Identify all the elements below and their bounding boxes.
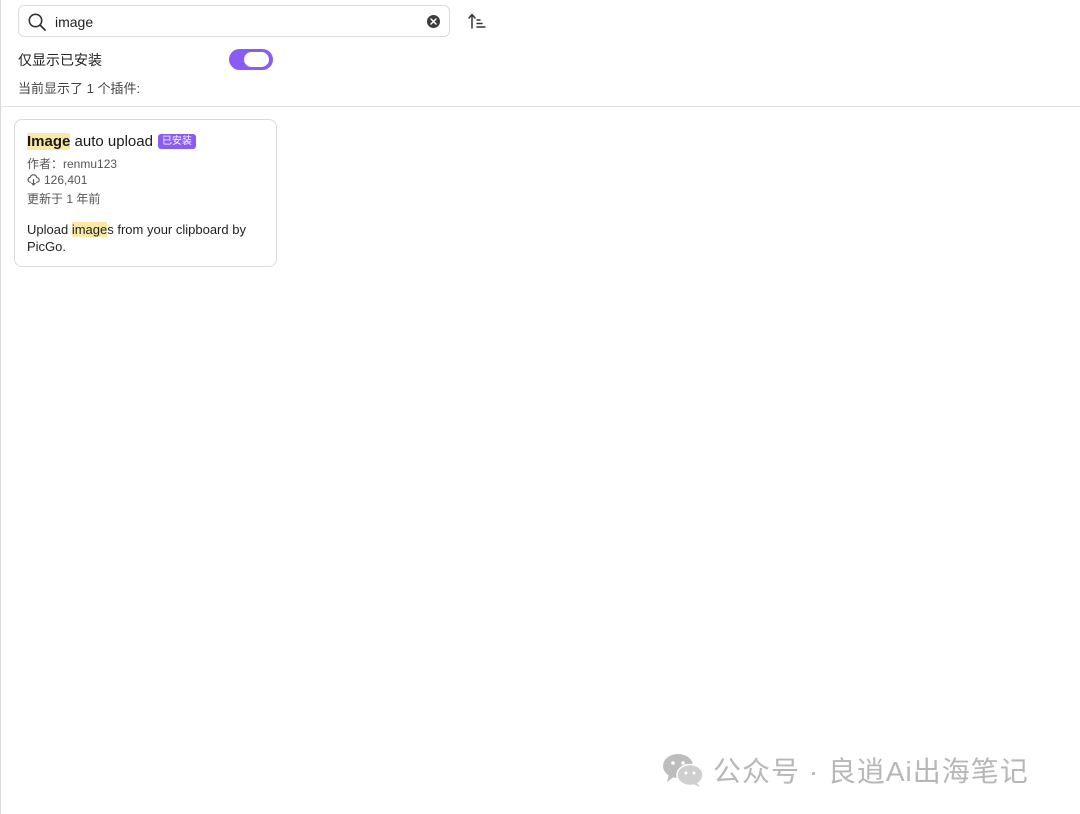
search-input[interactable] xyxy=(55,12,415,32)
installed-badge: 已安装 xyxy=(157,134,196,149)
installed-only-label: 仅显示已安装 xyxy=(18,52,102,68)
plugin-downloads: 126,401 xyxy=(27,173,87,187)
divider xyxy=(1,106,1080,107)
toggle-knob xyxy=(244,52,269,67)
plugin-description: Upload images from your clipboard by Pic… xyxy=(27,221,267,255)
search-box[interactable] xyxy=(18,5,450,37)
plugin-author: 作者：renmu123 xyxy=(27,157,118,171)
result-count: 当前显示了 1 个插件: xyxy=(18,81,141,96)
wechat-logo xyxy=(663,754,704,787)
sort-button[interactable] xyxy=(467,11,487,31)
downloads-count: 126,401 xyxy=(44,173,88,187)
title-highlight: Image xyxy=(27,133,71,150)
watermark: 公众号 · 良逍Ai出海笔记 xyxy=(661,751,1029,789)
clear-icon xyxy=(430,18,437,25)
download-cloud-icon xyxy=(27,174,40,186)
plugin-browser: 仅显示已安装 当前显示了 1 个插件: Image auto upload 已安装… xyxy=(0,0,1080,814)
plugin-card[interactable]: Image auto upload 已安装 作者：renmu123 126,401… xyxy=(14,119,277,267)
desc-before: Upload xyxy=(27,222,72,237)
sort-icon xyxy=(468,13,486,29)
search-icon xyxy=(28,13,46,31)
title-rest: auto upload xyxy=(70,133,153,150)
installed-only-toggle[interactable] xyxy=(229,49,273,70)
plugin-title: Image auto upload 已安装 xyxy=(27,133,196,150)
plugin-updated: 更新于 1 年前 xyxy=(27,192,101,206)
watermark-text: 公众号 · 良逍Ai出海笔记 xyxy=(713,756,1029,787)
clear-search-button[interactable] xyxy=(427,15,440,28)
desc-highlight: image xyxy=(71,222,108,237)
